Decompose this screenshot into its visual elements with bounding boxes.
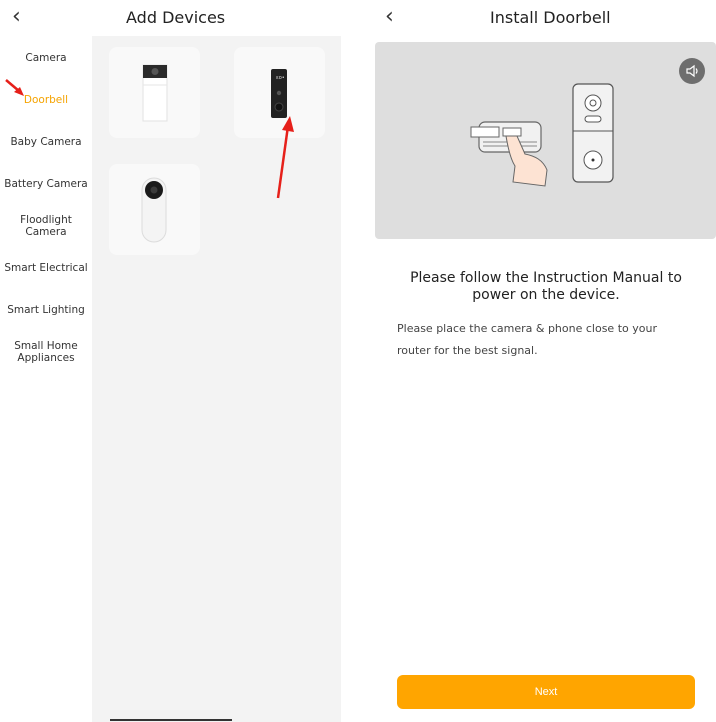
device-grid: ɛo• <box>92 36 341 722</box>
annotation-arrow-icon <box>5 79 24 96</box>
instruction-description: Please place the camera & phone close to… <box>397 322 657 357</box>
round-doorbell-icon <box>141 177 167 243</box>
header: ‹ Install Doorbell <box>371 0 716 36</box>
device-card-white-doorbell[interactable] <box>109 47 200 138</box>
category-sidebar: Camera Doorbell Baby Camera Battery Came… <box>0 36 92 722</box>
category-smart-lighting[interactable]: Smart Lighting <box>0 304 92 316</box>
speaker-icon <box>686 64 698 78</box>
add-devices-screen: ‹ Add Devices Camera Doorbell Baby Camer… <box>0 0 341 722</box>
category-baby-camera[interactable]: Baby Camera <box>0 136 92 148</box>
device-card-round-doorbell[interactable] <box>109 164 200 255</box>
category-battery-camera[interactable]: Battery Camera <box>0 178 92 190</box>
home-indicator <box>110 719 232 721</box>
divider <box>341 0 371 722</box>
svg-text:ɛo•: ɛo• <box>276 75 285 81</box>
white-doorbell-icon <box>142 64 168 122</box>
category-floodlight-camera[interactable]: Floodlight Camera <box>16 214 76 238</box>
category-smart-electrical[interactable]: Smart Electrical <box>0 262 92 274</box>
speaker-button[interactable] <box>679 58 705 84</box>
annotation-arrow-icon <box>276 116 294 199</box>
page-title: Add Devices <box>126 8 226 27</box>
back-button[interactable]: ‹ <box>385 4 394 30</box>
header: ‹ Add Devices <box>0 0 341 36</box>
installation-illustration <box>375 42 716 239</box>
category-camera[interactable]: Camera <box>0 52 92 64</box>
category-small-home-appliances[interactable]: Small Home Appliances <box>10 340 82 364</box>
doorbell-power-illustration-icon <box>470 83 614 187</box>
instruction-heading: Please follow the Instruction Manual to … <box>410 270 682 303</box>
next-button[interactable]: Next <box>397 675 695 709</box>
install-doorbell-screen: ‹ Install Doorbell Please follow the Ins… <box>371 0 716 722</box>
page-title: Install Doorbell <box>490 8 611 27</box>
back-button[interactable]: ‹ <box>12 4 21 30</box>
